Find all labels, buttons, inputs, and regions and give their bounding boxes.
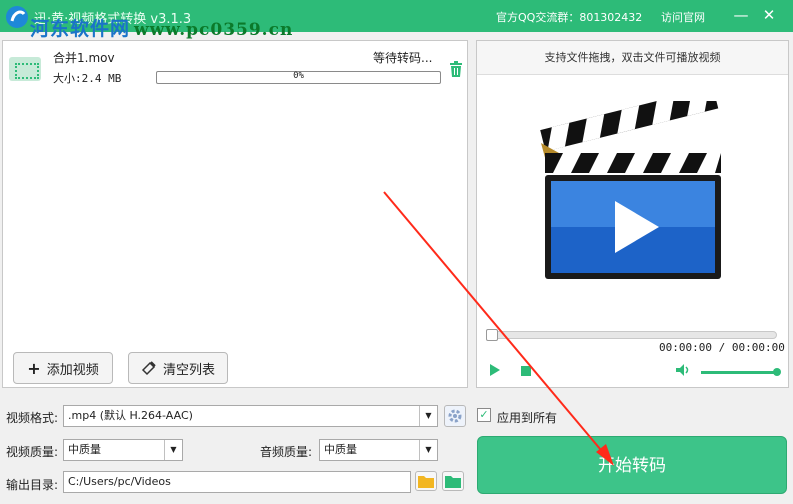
stop-button[interactable] bbox=[521, 365, 531, 379]
add-video-button[interactable]: + 添加视频 bbox=[13, 352, 113, 384]
preview-hint: 支持文件拖拽，双击文件可播放视频 bbox=[477, 41, 788, 75]
format-settings-button[interactable] bbox=[444, 405, 466, 427]
file-status: 等待转码... bbox=[373, 51, 433, 65]
output-dir-label: 输出目录: bbox=[6, 478, 59, 492]
file-size: 大小:2.4 MB bbox=[53, 72, 122, 85]
chevron-down-icon: ▼ bbox=[164, 440, 182, 460]
close-button[interactable]: ✕ bbox=[756, 3, 782, 27]
add-video-label: 添加视频 bbox=[46, 362, 99, 378]
play-button[interactable] bbox=[489, 363, 501, 380]
browse-folder-button[interactable] bbox=[415, 471, 437, 491]
audio-quality-label: 音频质量: bbox=[260, 445, 313, 459]
website-link[interactable]: 访问官网 bbox=[661, 9, 705, 25]
chevron-down-icon: ▼ bbox=[419, 406, 437, 426]
settings-gear-icon bbox=[448, 409, 462, 423]
seek-bar[interactable] bbox=[486, 329, 777, 341]
watermark-url: www.pc0359.cn bbox=[134, 20, 294, 40]
seek-handle[interactable] bbox=[486, 329, 498, 341]
speaker-icon bbox=[676, 364, 689, 376]
clear-list-button[interactable]: 清空列表 bbox=[128, 352, 228, 384]
minimize-button[interactable]: — bbox=[728, 3, 754, 27]
audio-quality-value: 中质量 bbox=[324, 443, 357, 456]
folder-icon bbox=[418, 476, 434, 488]
file-progress-text: 0% bbox=[293, 71, 304, 81]
trash-icon[interactable] bbox=[449, 61, 463, 77]
plus-icon: + bbox=[27, 358, 41, 378]
video-file-icon bbox=[9, 57, 41, 81]
close-icon: ✕ bbox=[762, 6, 776, 24]
apply-all-label: 应用到所有 bbox=[497, 411, 558, 425]
output-dir-value: C:/Users/pc/Videos bbox=[68, 475, 171, 488]
file-progress-bar: 0% bbox=[156, 71, 441, 84]
open-folder-icon bbox=[445, 476, 461, 488]
video-quality-label: 视频质量: bbox=[6, 445, 59, 459]
watermark: 河东软件网 www.pc0359.cn bbox=[30, 14, 293, 41]
format-label: 视频格式: bbox=[6, 411, 59, 425]
file-list-panel[interactable]: 合并1.mov 大小:2.4 MB 等待转码... 0% bbox=[2, 40, 468, 388]
chevron-down-icon: ▼ bbox=[419, 440, 437, 460]
video-clapperboard-icon bbox=[540, 101, 721, 279]
start-convert-label: 开始转码 bbox=[598, 456, 666, 476]
file-name: 合并1.mov bbox=[53, 51, 115, 65]
volume-slider[interactable] bbox=[701, 371, 777, 374]
start-convert-button[interactable]: 开始转码 bbox=[477, 436, 787, 494]
video-quality-value: 中质量 bbox=[68, 443, 101, 456]
format-value: .mp4 (默认 H.264-AAC) bbox=[68, 409, 193, 422]
clear-list-label: 清空列表 bbox=[162, 362, 215, 378]
audio-quality-select[interactable]: 中质量 ▼ bbox=[319, 439, 438, 461]
checkmark-icon: ✓ bbox=[479, 408, 489, 421]
volume-button[interactable] bbox=[675, 363, 691, 380]
format-select[interactable]: .mp4 (默认 H.264-AAC) ▼ bbox=[63, 405, 438, 427]
watermark-text: 河东软件网 bbox=[30, 18, 131, 40]
file-list-item[interactable]: 合并1.mov 大小:2.4 MB 等待转码... 0% bbox=[3, 43, 467, 89]
open-folder-button[interactable] bbox=[442, 471, 464, 491]
app-logo-icon bbox=[6, 6, 28, 28]
play-icon bbox=[490, 364, 500, 376]
minimize-icon: — bbox=[733, 6, 749, 24]
apply-all-checkbox[interactable]: ✓ bbox=[477, 408, 491, 422]
output-dir-field[interactable]: C:/Users/pc/Videos bbox=[63, 471, 411, 493]
timecode: 00:00:00 / 00:00:00 bbox=[659, 341, 785, 354]
preview-panel[interactable]: 支持文件拖拽，双击文件可播放视频 00:00:00 / 00:00:00 bbox=[476, 40, 789, 388]
stop-icon bbox=[521, 366, 531, 376]
video-quality-select[interactable]: 中质量 ▼ bbox=[63, 439, 183, 461]
qq-group-text: 官方QQ交流群：801302432 bbox=[496, 11, 643, 24]
volume-handle[interactable] bbox=[773, 368, 781, 376]
broom-icon bbox=[141, 361, 156, 376]
